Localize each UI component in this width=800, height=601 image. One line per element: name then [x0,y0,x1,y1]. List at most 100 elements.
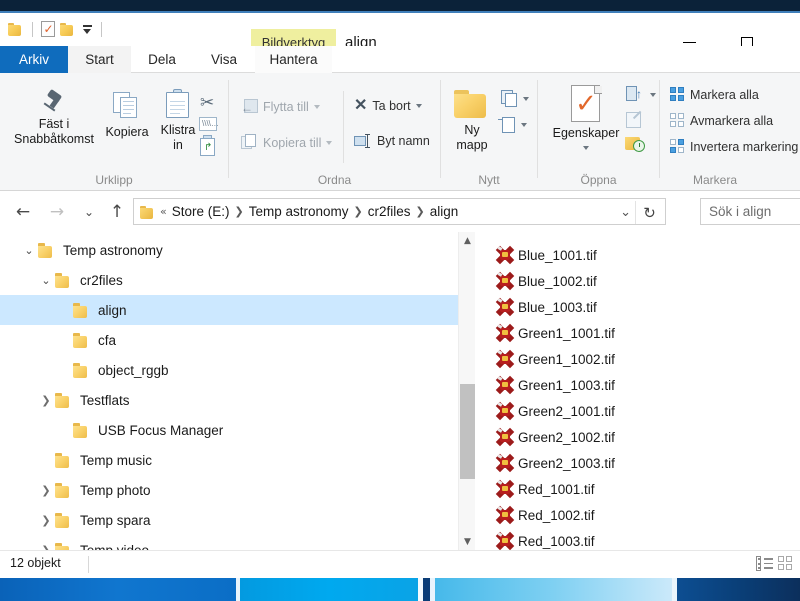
list-item[interactable]: Blue_1001.tif [476,242,800,268]
copy-icon [112,91,142,121]
pin-to-quick-access-button[interactable]: Fäst i Snabbåtkomst [8,88,100,147]
list-item[interactable]: Red_1002.tif [476,502,800,528]
tree-item-cfa[interactable]: cfa [0,325,458,355]
list-item[interactable]: Red_1001.tif [476,476,800,502]
edit-button[interactable] [626,110,644,129]
chevron-right-icon[interactable]: ❯ [37,514,55,527]
back-button[interactable]: ← [10,199,36,225]
tree-item-align[interactable]: align [0,295,458,325]
tree-item-label: USB Focus Manager [98,422,224,438]
scroll-up-button[interactable]: ▲ [459,232,476,249]
breadcrumb-cr2files[interactable]: cr2files [364,204,415,219]
scrollbar-thumb[interactable] [460,384,475,479]
breadcrumb-align[interactable]: align [426,204,463,219]
tab-dela[interactable]: Dela [131,46,193,73]
folder-icon[interactable] [8,22,24,36]
list-item[interactable]: Green2_1001.tif [476,398,800,424]
tree-item-cr2files[interactable]: ⌄ cr2files [0,265,458,295]
tree-item-temp-music[interactable]: Temp music [0,445,458,475]
breadcrumb-store[interactable]: Store (E:) [168,204,234,219]
list-item[interactable]: Green1_1002.tif [476,346,800,372]
file-list-pane: Blue_1001.tif Blue_1002.tif Blue_1003.ti… [476,232,800,550]
large-icons-view-button[interactable] [778,556,794,571]
search-input[interactable]: Sök i align [700,198,800,225]
easy-access-icon [498,116,516,134]
tree-item-temp-spara[interactable]: ❯ Temp spara [0,505,458,535]
ordna-inner-divider [343,91,344,163]
list-item[interactable]: Green2_1003.tif [476,450,800,476]
history-button[interactable] [625,135,645,153]
new-folder-button[interactable]: Ny mapp [449,89,495,153]
tree-item-usb-focus-manager[interactable]: USB Focus Manager [0,415,458,445]
forward-button[interactable]: → [44,199,70,225]
delete-button[interactable]: ✕ Ta bort [354,98,422,114]
breadcrumb-overflow[interactable]: « [159,205,168,218]
tree-item-temp-astronomy[interactable]: ⌄ Temp astronomy [0,235,458,265]
tree-item-testflats[interactable]: ❯ Testflats [0,385,458,415]
tree-item-object-rggb[interactable]: object_rggb [0,355,458,385]
chevron-down-icon[interactable]: ⌄ [20,244,38,257]
open-with-button[interactable]: ↑ [626,86,656,103]
pin-icon [40,88,68,117]
list-item[interactable]: Blue_1003.tif [476,294,800,320]
address-dropdown-icon[interactable]: ⌄ [620,205,631,220]
vertical-scrollbar[interactable]: ▲ ▼ [458,232,475,550]
new-folder-icon[interactable] [60,22,76,36]
file-name: Green2_1002.tif [518,429,615,445]
edit-icon [626,110,644,129]
address-bar[interactable]: « Store (E:) ❯ Temp astronomy ❯ cr2files… [133,198,666,225]
chevron-right-icon: ❯ [234,205,244,218]
copy-to-button[interactable]: Kopiera till [241,134,333,151]
delete-label: Ta bort [372,99,411,113]
chevron-right-icon[interactable]: ❯ [37,394,55,407]
move-to-chevron-down-icon [313,105,320,109]
scroll-down-button[interactable]: ▼ [459,533,476,550]
properties-icon[interactable]: ✓ [41,21,55,37]
qat-divider-1 [32,21,33,37]
customize-dropdown-icon[interactable] [81,24,93,34]
list-item[interactable]: Red_1003.tif [476,528,800,550]
properties-button[interactable]: ✓ Egenskaper [546,85,626,150]
details-view-button[interactable] [756,556,773,571]
new-item-button[interactable] [498,90,529,108]
rename-button[interactable]: Byt namn [354,134,430,148]
chevron-down-icon[interactable]: ⌄ [37,274,55,287]
paste-shortcut-icon[interactable]: ↱ [200,135,215,156]
list-item[interactable]: Blue_1002.tif [476,268,800,294]
file-name: Red_1002.tif [518,507,595,523]
select-all-label: Markera alla [690,87,759,102]
invert-selection-button[interactable]: Invertera markering [670,139,798,154]
tree-item-temp-video[interactable]: ❯ Temp video [0,535,458,550]
list-item[interactable]: Green1_1003.tif [476,372,800,398]
easy-access-button[interactable] [498,116,527,134]
copy-button[interactable]: Kopiera [96,91,158,140]
list-item[interactable]: Green1_1001.tif [476,320,800,346]
wallpaper-band-9 [677,578,800,601]
recent-locations-button[interactable]: ⌄ [76,199,102,225]
breadcrumb-temp-astronomy[interactable]: Temp astronomy [245,204,353,219]
select-none-button[interactable]: Avmarkera alla [670,113,773,128]
list-item[interactable]: Green2_1002.tif [476,424,800,450]
tif-file-icon [495,297,515,317]
file-name: Blue_1003.tif [518,299,597,315]
cut-icon[interactable]: ✂ [200,94,218,112]
refresh-button[interactable]: ↻ [635,201,663,224]
tab-start[interactable]: Start [68,46,131,73]
chevron-right-icon[interactable]: ❯ [37,484,55,497]
select-all-button[interactable]: Markera alla [670,87,759,102]
copy-path-icon[interactable]: \\\\… [199,117,219,131]
up-button[interactable]: ↑ [104,199,130,225]
tab-arkiv[interactable]: Arkiv [0,46,68,73]
open-with-chevron-down-icon [650,92,656,97]
tab-hantera[interactable]: Hantera [255,46,332,73]
new-folder-label-line2: mapp [456,138,488,152]
paste-button[interactable]: Klistra in [152,89,204,153]
invert-selection-label: Invertera markering [690,139,799,154]
tree-item-label: Temp photo [80,482,151,498]
tab-visa[interactable]: Visa [193,46,255,73]
move-to-button[interactable]: ← Flytta till [241,99,320,115]
ribbon-tabs: Arkiv Start Dela Visa Hantera [0,46,800,73]
tree-item-temp-photo[interactable]: ❯ Temp photo [0,475,458,505]
chevron-right-icon: ❯ [353,205,363,218]
select-all-icon [670,87,685,102]
